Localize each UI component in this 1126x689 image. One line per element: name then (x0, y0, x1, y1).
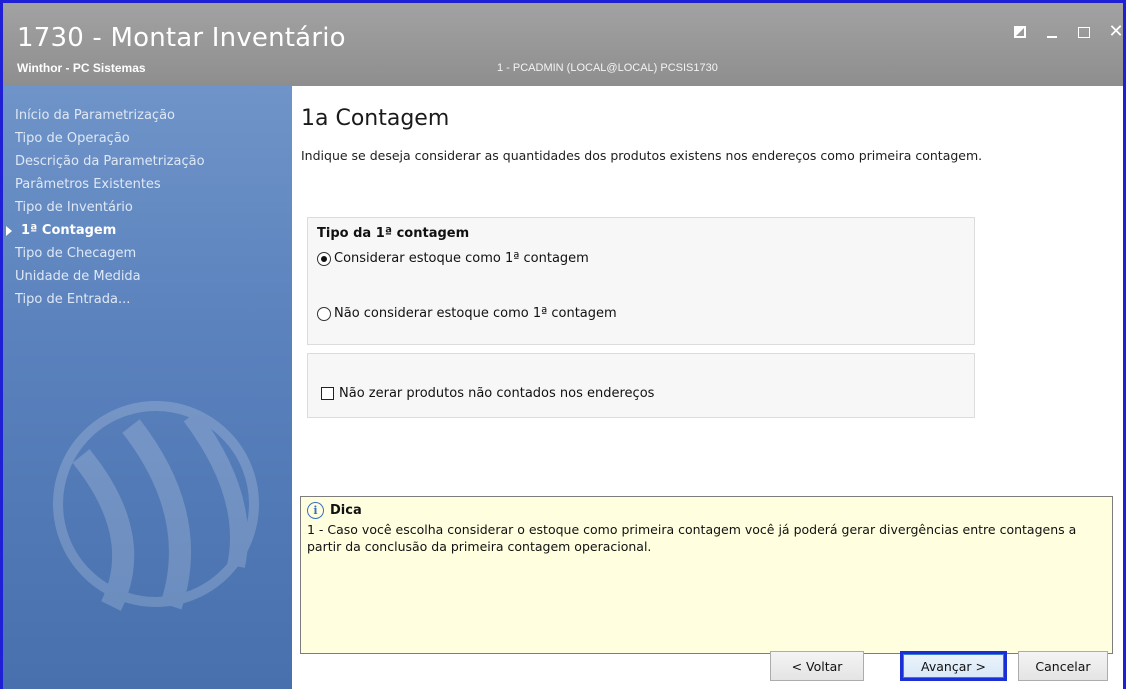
step-label: 1ª Contagem (21, 223, 117, 238)
app-window: 1730 - Montar Inventário Winthor - PC Si… (0, 0, 1126, 689)
step-label: Tipo de Entrada... (15, 292, 131, 307)
step-label: Tipo de Checagem (15, 246, 137, 261)
step-primeira-contagem[interactable]: 1ª Contagem (3, 219, 292, 242)
step-unidade-medida[interactable]: Unidade de Medida (3, 265, 292, 288)
step-descricao-parametrizacao[interactable]: Descrição da Parametrização (3, 150, 292, 173)
restore-icon[interactable] (1013, 25, 1027, 39)
radio-label: Considerar estoque como 1ª contagem (334, 251, 589, 266)
radio-considerar-estoque[interactable]: Considerar estoque como 1ª contagem (317, 251, 589, 266)
close-icon[interactable]: ✕ (1108, 23, 1123, 41)
maximize-icon[interactable] (1077, 25, 1091, 39)
title-bar[interactable]: 1730 - Montar Inventário Winthor - PC Si… (3, 3, 1123, 86)
checkbox[interactable] (321, 387, 334, 400)
current-step-arrow-icon (6, 226, 12, 236)
radio-button-checked[interactable] (317, 251, 331, 266)
cancel-button[interactable]: Cancelar (1018, 651, 1108, 681)
first-count-type-group: Tipo da 1ª contagem Considerar estoque c… (307, 217, 975, 345)
page-title: 1a Contagem (301, 106, 450, 131)
steps-list: Início da Parametrização Tipo de Operaçã… (3, 104, 292, 311)
radio-nao-considerar-estoque[interactable]: Não considerar estoque como 1ª contagem (317, 306, 617, 321)
step-tipo-inventario[interactable]: Tipo de Inventário (3, 196, 292, 219)
tip-text: 1 - Caso você escolha considerar o estoq… (307, 522, 1077, 554)
app-subtitle: Winthor - PC Sistemas (17, 61, 146, 75)
next-button[interactable]: Avançar > (900, 651, 1007, 681)
step-tipo-operacao[interactable]: Tipo de Operação (3, 127, 292, 150)
back-button[interactable]: < Voltar (770, 651, 864, 681)
wizard-steps-sidebar: Início da Parametrização Tipo de Operaçã… (3, 86, 292, 689)
step-label: Unidade de Medida (15, 269, 141, 284)
minimize-icon[interactable] (1045, 25, 1059, 39)
checkbox-nao-zerar-produtos[interactable]: Não zerar produtos não contados nos ende… (321, 386, 654, 401)
step-label: Início da Parametrização (15, 108, 175, 123)
radio-label: Não considerar estoque como 1ª contagem (334, 306, 617, 321)
step-label: Tipo de Inventário (15, 200, 133, 215)
tip-title: Dica (330, 503, 362, 518)
step-label: Descrição da Parametrização (15, 154, 205, 169)
winthor-logo-icon (53, 401, 259, 611)
step-inicio-parametrizacao[interactable]: Início da Parametrização (3, 104, 292, 127)
tip-box: i Dica 1 - Caso você escolha considerar … (300, 496, 1113, 654)
step-parametros-existentes[interactable]: Parâmetros Existentes (3, 173, 292, 196)
info-icon: i (307, 502, 324, 519)
step-label: Parâmetros Existentes (15, 177, 161, 192)
next-button-label: Avançar > (903, 654, 1004, 678)
checkbox-label: Não zerar produtos não contados nos ende… (339, 386, 655, 401)
tip-header: i Dica (307, 502, 362, 519)
user-info: 1 - PCADMIN (LOCAL@LOCAL) PCSIS1730 (497, 62, 718, 74)
group-title: Tipo da 1ª contagem (317, 226, 470, 241)
step-label: Tipo de Operação (15, 131, 130, 146)
zero-products-group: Não zerar produtos não contados nos ende… (307, 353, 975, 418)
window-controls: ✕ (1013, 23, 1123, 41)
page-description: Indique se deseja considerar as quantida… (301, 148, 983, 163)
radio-button[interactable] (317, 306, 331, 321)
step-tipo-entrada[interactable]: Tipo de Entrada... (3, 288, 292, 311)
step-tipo-checagem[interactable]: Tipo de Checagem (3, 242, 292, 265)
main-content: 1a Contagem Indique se deseja considerar… (292, 86, 1123, 689)
window-title: 1730 - Montar Inventário (17, 23, 346, 53)
